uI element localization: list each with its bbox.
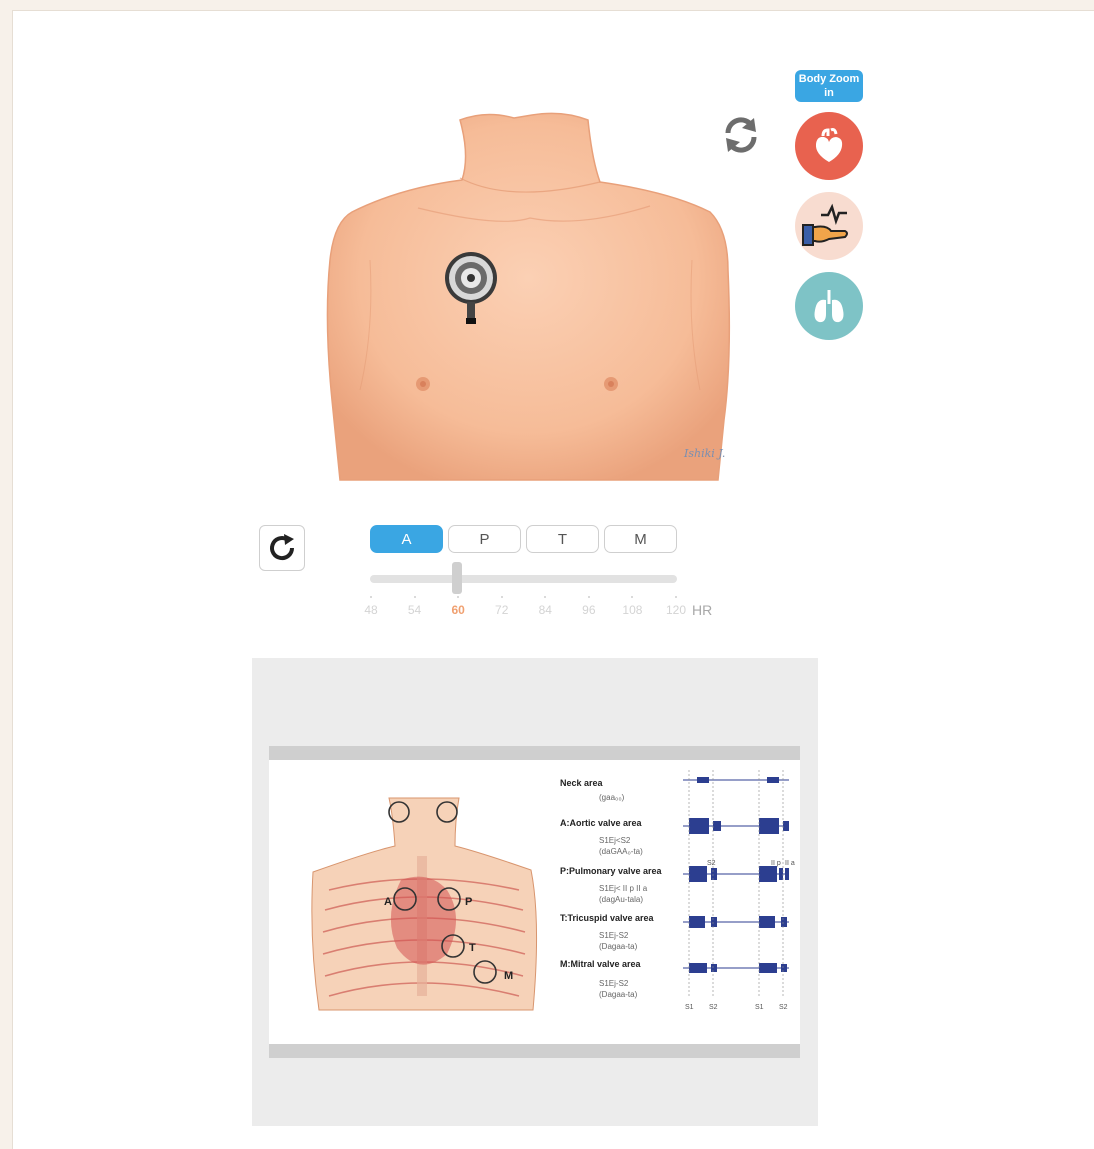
area-aortic-title: A:Aortic valve area (560, 818, 642, 828)
area-pulmonary-sub2: (dagAu-tala) (599, 895, 644, 904)
marker-t: T (469, 942, 476, 954)
area-tricuspid-title: T:Tricuspid valve area (560, 913, 654, 923)
body-zoom-in-button[interactable]: Body Zoom in (795, 70, 863, 102)
axis-label-s2-first: S2 (709, 1004, 718, 1011)
hr-tick-dot (675, 596, 677, 598)
chest-illustration[interactable] (300, 100, 760, 490)
hr-tick-dot (370, 596, 372, 598)
area-mitral-sub2: (Dagaa-ta) (599, 990, 638, 999)
axis-label-s2-second: S2 (779, 1004, 788, 1011)
marker-m: M (504, 970, 514, 982)
segment-t-button[interactable]: T (526, 525, 599, 553)
area-neck-sub: (gaa₀₀) (599, 793, 625, 802)
auscultation-reference-card: A P T M Neck area (gaa₀₀) A:Aortic valve… (269, 746, 800, 1058)
hr-tick-label[interactable]: 60 (451, 603, 464, 617)
hr-tick-dot (413, 596, 416, 598)
hr-tick-label[interactable]: 48 (364, 603, 377, 617)
heart-button[interactable] (795, 112, 863, 180)
artist-signature: Ishiki J. (684, 447, 726, 460)
hr-tick-label[interactable]: 120 (666, 603, 686, 617)
hr-tick-label[interactable]: 96 (582, 603, 595, 617)
heart-rate-unit: HR (692, 602, 713, 618)
marker-a: A (384, 896, 392, 908)
hr-tick-label[interactable]: 108 (622, 603, 642, 617)
area-pulmonary-sub1: S1Ej< II p II a (599, 884, 648, 893)
hr-tick-dot (587, 596, 590, 598)
area-tricuspid-sub1: S1Ej-S2 (599, 931, 629, 940)
area-mitral-sub1: S1Ej-S2 (599, 979, 629, 988)
segment-m-button[interactable]: M (604, 525, 677, 553)
axis-label-s1-second: S1 (755, 1004, 764, 1011)
replay-icon (270, 534, 295, 561)
hr-tick-dot (500, 596, 503, 598)
hr-tick-label[interactable]: 72 (495, 603, 508, 617)
hr-tick-label[interactable]: 84 (539, 603, 552, 617)
pulse-button[interactable] (795, 192, 863, 260)
wave-label-iip: II p (771, 860, 781, 867)
area-tricuspid-sub2: (Dagaa-ta) (599, 942, 638, 951)
wave-label-iia: II a (785, 860, 795, 867)
area-pulmonary-title: P:Pulmonary valve area (560, 866, 662, 876)
lungs-button[interactable] (795, 272, 863, 340)
lungs-icon (814, 290, 844, 323)
area-mitral-title: M:Mitral valve area (560, 959, 641, 969)
hr-tick-label[interactable]: 54 (408, 603, 421, 617)
replay-button[interactable] (259, 525, 305, 571)
segment-p-button[interactable]: P (448, 525, 521, 553)
reference-panel: A P T M Neck area (gaa₀₀) A:Aortic valve… (252, 658, 818, 1126)
heart-icon (815, 128, 843, 162)
area-aortic-sub1: S1Ej<S2 (599, 836, 631, 845)
pulse-hand-icon (802, 203, 848, 246)
area-neck-title: Neck area (560, 778, 603, 788)
segment-a-button[interactable]: A (370, 525, 443, 553)
heart-rate-slider-thumb[interactable] (452, 562, 462, 594)
refresh-arrows-icon[interactable] (720, 114, 762, 156)
stethoscope-chestpiece[interactable] (442, 250, 500, 330)
wave-label-s2: S2 (707, 860, 716, 867)
axis-label-s1-first: S1 (685, 1004, 694, 1011)
heart-rate-slider[interactable] (370, 575, 677, 583)
area-aortic-sub2: (daGAA₀-ta) (599, 847, 643, 856)
marker-p: P (465, 896, 473, 908)
